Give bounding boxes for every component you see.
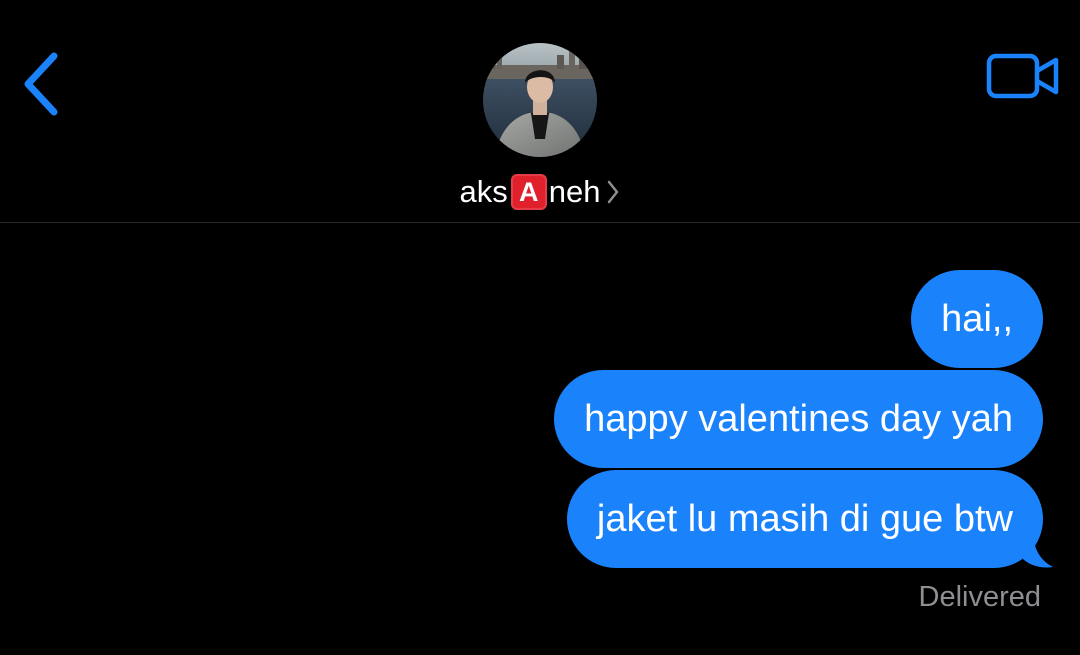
messages-screen: aks A neh hai,, happy valentines day yah…: [0, 0, 1080, 655]
message-bubble[interactable]: happy valentines day yah: [554, 370, 1043, 468]
chevron-left-icon: [14, 44, 74, 124]
avatar[interactable]: [483, 43, 597, 157]
delivered-status: Delivered: [918, 581, 1042, 613]
video-camera-icon: [986, 52, 1060, 100]
contact-name-button[interactable]: aks A neh: [0, 170, 1080, 214]
conversation-header: aks A neh: [0, 0, 1080, 223]
letter-a-emoji-badge: A: [510, 174, 547, 210]
contact-name-suffix: neh: [548, 174, 601, 209]
back-button[interactable]: [14, 44, 74, 124]
contact-name-prefix: aks: [459, 174, 508, 209]
chevron-right-icon: [606, 179, 620, 205]
video-call-button[interactable]: [986, 52, 1060, 100]
contact-name: aks A neh: [460, 170, 621, 214]
message-thread: hai,, happy valentines day yah jaket lu …: [0, 223, 1080, 655]
message-bubble[interactable]: hai,,: [911, 270, 1043, 368]
bubble-tail: [1023, 531, 1055, 571]
message-bubble[interactable]: jaket lu masih di gue btw: [566, 470, 1043, 568]
